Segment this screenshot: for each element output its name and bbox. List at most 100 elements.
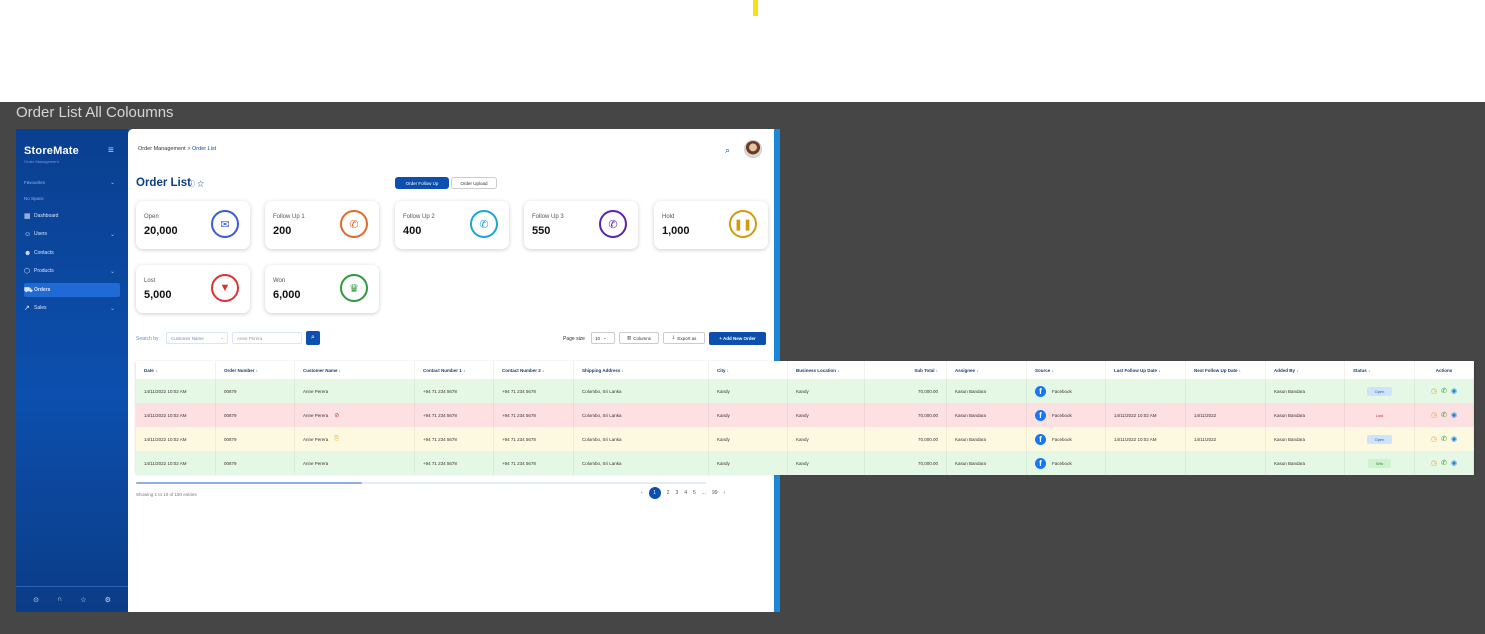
cell-status: Lost (1345, 403, 1415, 427)
stat-card-follow-up-2[interactable]: Follow Up 2 400 ✆ (395, 201, 509, 249)
clock-icon[interactable]: ◷ (1431, 435, 1437, 443)
prev-page-icon[interactable]: ‹ (641, 490, 643, 496)
phone-icon[interactable]: ✆ (1441, 459, 1447, 467)
phone-icon[interactable]: ✆ (1441, 411, 1447, 419)
sidebar-item-orders[interactable]: ⛟ Orders (24, 283, 120, 297)
stat-card-hold[interactable]: Hold 1,000 ❚❚ (654, 201, 768, 249)
sidebar-item-products[interactable]: ⬡ Products ⌄ (24, 264, 120, 278)
tab-order-upload[interactable]: Order Upload (451, 177, 497, 189)
sidebar-item-users[interactable]: ☺ Users ⌄ (24, 227, 120, 241)
cell-city: Kandy (709, 403, 788, 427)
info-icon[interactable]: ⓘ (188, 181, 195, 188)
stat-card-won[interactable]: Won 6,000 ♛ (265, 265, 379, 313)
phone-icon[interactable]: ✆ (1441, 435, 1447, 443)
export-button[interactable]: ⇩ Export as (663, 332, 705, 344)
column-header[interactable]: Actions (1415, 361, 1474, 379)
cell-assignee: Kasun Bandara (947, 379, 1027, 403)
eye-icon[interactable]: ◉ (1451, 435, 1457, 443)
cell-added-by: Kasun Bandara (1266, 451, 1345, 475)
page-5[interactable]: 5 (693, 490, 696, 496)
sidebar-item-sales[interactable]: ↗ Sales ⌄ (24, 301, 120, 315)
eye-icon[interactable]: ◉ (1451, 387, 1457, 395)
table-row[interactable]: 14/11/2022 10:02 AM 00879 Anne Perera +94 7… (136, 379, 1474, 403)
page-size-value: 10 (595, 335, 601, 341)
cell-assignee: Kasun Bandara (947, 403, 1027, 427)
tab-order-follow-up[interactable]: Order Follow Up (395, 177, 449, 189)
table-row[interactable]: 14/11/2022 10:02 AM 00879 Anne Perera ⎘ +94 … (136, 427, 1474, 451)
sidebar-item-label: Contacts (34, 250, 54, 256)
headset-icon[interactable]: ∩ (57, 596, 62, 603)
page-4[interactable]: 4 (684, 490, 687, 496)
table-row[interactable]: 14/11/2022 10:02 AM 00879 Anne Perera ⊘ +94 … (136, 403, 1474, 427)
column-header[interactable]: Source ↓ (1027, 361, 1106, 379)
page-size-select[interactable]: 10 ⌄ (591, 332, 615, 344)
sidebar-footer: ⊙ ∩ ☆ ⚙ (16, 586, 128, 612)
phone-call-icon: ✆ (599, 210, 627, 238)
clock-icon[interactable]: ◷ (1431, 411, 1437, 419)
clock-icon[interactable]: ◷ (1431, 387, 1437, 395)
settings-icon[interactable]: ⚙ (105, 596, 111, 604)
stat-card-open[interactable]: Open 20,000 ✉ (136, 201, 250, 249)
hamburger-menu-icon[interactable]: ≡ (108, 145, 114, 156)
sidebar-item-contacts[interactable]: ☻ Contacts (24, 246, 120, 260)
scrollbar-thumb[interactable] (136, 482, 362, 484)
eye-icon[interactable]: ◉ (1451, 459, 1457, 467)
column-header[interactable]: Added By ↓ (1266, 361, 1345, 379)
cell-city: Kandy (709, 427, 788, 451)
horizontal-scrollbar[interactable] (136, 482, 706, 484)
column-header[interactable]: Order Number ↓ (216, 361, 295, 379)
page-1[interactable]: 1 (648, 487, 661, 499)
star-icon[interactable]: ☆ (197, 181, 204, 188)
column-header[interactable]: Last Follow Up Date ↓ (1106, 361, 1186, 379)
clock-icon[interactable]: ◷ (1431, 459, 1437, 467)
entries-info: Showing 1 to 10 of 150 entries (136, 492, 197, 497)
customer-name: Anne Perera (303, 412, 329, 418)
search-input[interactable]: Anne Perera (232, 332, 302, 344)
cell-status: Win (1345, 451, 1415, 475)
contacts-icon: ☻ (24, 249, 32, 257)
sidebar-item-favourites[interactable]: Favourites ⌄ (24, 175, 120, 189)
cell-last (1106, 451, 1186, 475)
search-icon[interactable]: ⌕ (725, 145, 730, 156)
next-page-icon[interactable]: › (724, 490, 726, 496)
page-2[interactable]: 2 (667, 490, 670, 496)
help-icon[interactable]: ⊙ (33, 596, 39, 604)
page-3[interactable]: 3 (675, 490, 678, 496)
phone-icon[interactable]: ✆ (1441, 387, 1447, 395)
stat-card-lost[interactable]: Lost 5,000 ▼ (136, 265, 250, 313)
sidebar-item-label: Dashboard (34, 213, 59, 219)
stat-card-follow-up-1[interactable]: Follow Up 1 200 ✆ (265, 201, 379, 249)
search-button[interactable]: ⌕ (306, 331, 320, 345)
cell-assignee: Kasun Bandara (947, 427, 1027, 451)
column-header[interactable]: Shipping Address ↓ (574, 361, 709, 379)
cell-customer: Anne Perera (295, 451, 415, 475)
sidebar-item-dashboard[interactable]: ▦ Dashboard (24, 209, 120, 223)
column-header[interactable]: Sub Total ↓ (865, 361, 947, 379)
cell-status: Open (1345, 427, 1415, 451)
eye-icon[interactable]: ◉ (1451, 411, 1457, 419)
cell-date: 14/11/2022 10:02 AM (136, 379, 216, 403)
star-icon[interactable]: ☆ (80, 596, 86, 604)
column-header[interactable]: Assignee ↓ (947, 361, 1027, 379)
breadcrumb-root[interactable]: Order Management (138, 146, 186, 152)
cell-c2: +94 71 234 5678 (494, 379, 574, 403)
add-new-order-button[interactable]: + Add New Order (709, 332, 766, 345)
columns-icon: ▥ (626, 335, 632, 340)
column-header[interactable]: Status ↓ (1345, 361, 1415, 379)
column-header[interactable]: City ↓ (709, 361, 788, 379)
breadcrumb-separator: > (187, 146, 191, 152)
column-header[interactable]: Contact Number 1 ↓ (415, 361, 494, 379)
cell-customer: Anne Perera ⎘ (295, 427, 415, 451)
table-row[interactable]: 14/11/2022 10:02 AM 00879 Anne Perera +94 7… (136, 451, 1474, 475)
columns-button[interactable]: ▥ Columns (619, 332, 659, 344)
column-header[interactable]: Next Follow Up Date ↓ (1186, 361, 1266, 379)
export-label: Export as (677, 335, 697, 341)
search-field-select[interactable]: Customer Name ⌄ (166, 332, 228, 344)
column-header[interactable]: Contact Number 2 ↓ (494, 361, 574, 379)
column-header[interactable]: Business Location ↓ (788, 361, 865, 379)
column-header[interactable]: Date ↓ (136, 361, 216, 379)
avatar[interactable] (744, 140, 762, 158)
page-99[interactable]: 99 (712, 490, 718, 496)
stat-card-follow-up-3[interactable]: Follow Up 3 550 ✆ (524, 201, 638, 249)
column-header[interactable]: Customer Name ↓ (295, 361, 415, 379)
